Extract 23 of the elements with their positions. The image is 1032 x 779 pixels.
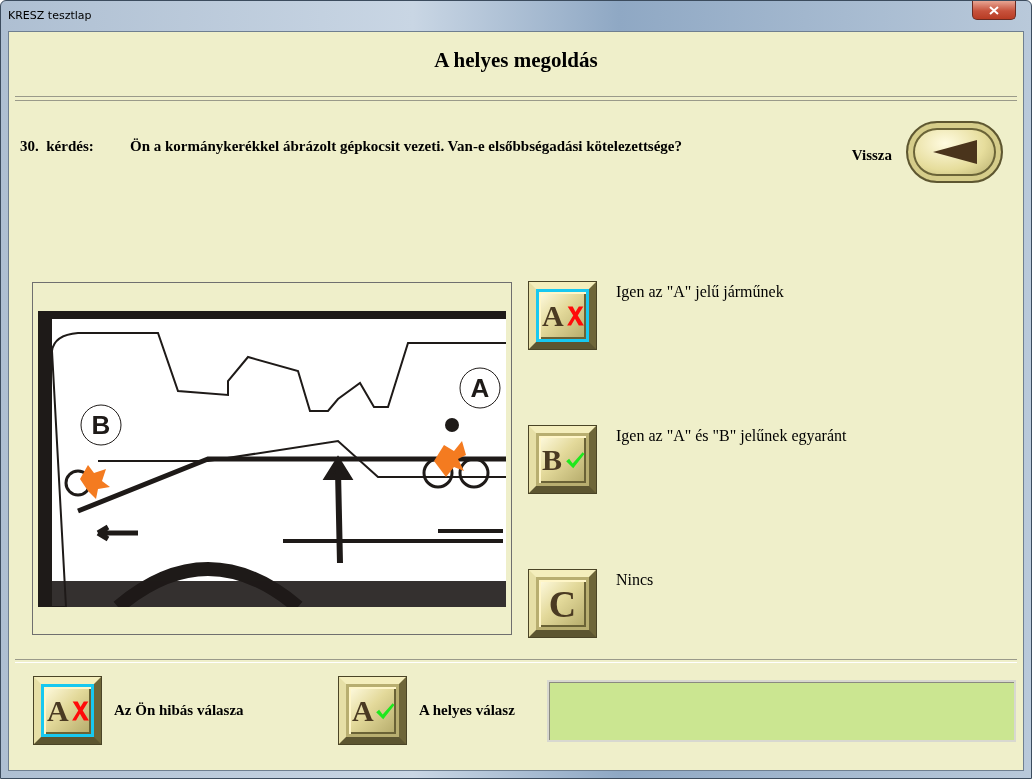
cross-mark-icon — [71, 699, 90, 722]
check-mark-icon — [375, 701, 395, 720]
window-title: KRESZ tesztlap — [8, 9, 92, 22]
check-mark-icon — [565, 450, 585, 469]
question-number: 30. kérdés: — [20, 138, 95, 155]
legend-label: A helyes válasz — [419, 702, 515, 719]
answer-button[interactable]: A — [339, 677, 406, 744]
left-triangle-icon — [932, 140, 977, 164]
legend-label: Az Ön hibás válasza — [114, 702, 244, 719]
answer-button[interactable]: C — [529, 570, 596, 637]
close-icon — [989, 5, 999, 15]
answer-text: Igen az "A" és "B" jelűnek egyaránt — [616, 427, 847, 445]
page-heading: A helyes megoldás — [433, 48, 599, 74]
answer-button[interactable]: A — [529, 282, 596, 349]
question-text: Ön a kormánykerékkel ábrázolt gépkocsit vezeti. Van-e elsőbbségadási kötelezettsége? — [130, 138, 684, 155]
back-label: Vissza — [851, 147, 892, 164]
cross-mark-icon — [566, 304, 585, 327]
close-button[interactable] — [972, 1, 1016, 20]
answer-button[interactable]: A — [34, 677, 101, 744]
answer-text: Igen az "A" jelű járműnek — [616, 283, 784, 301]
traffic-scene-drawing: B A — [38, 310, 506, 607]
answer-button[interactable]: B — [529, 426, 596, 493]
answer-text: Nincs — [616, 571, 654, 589]
